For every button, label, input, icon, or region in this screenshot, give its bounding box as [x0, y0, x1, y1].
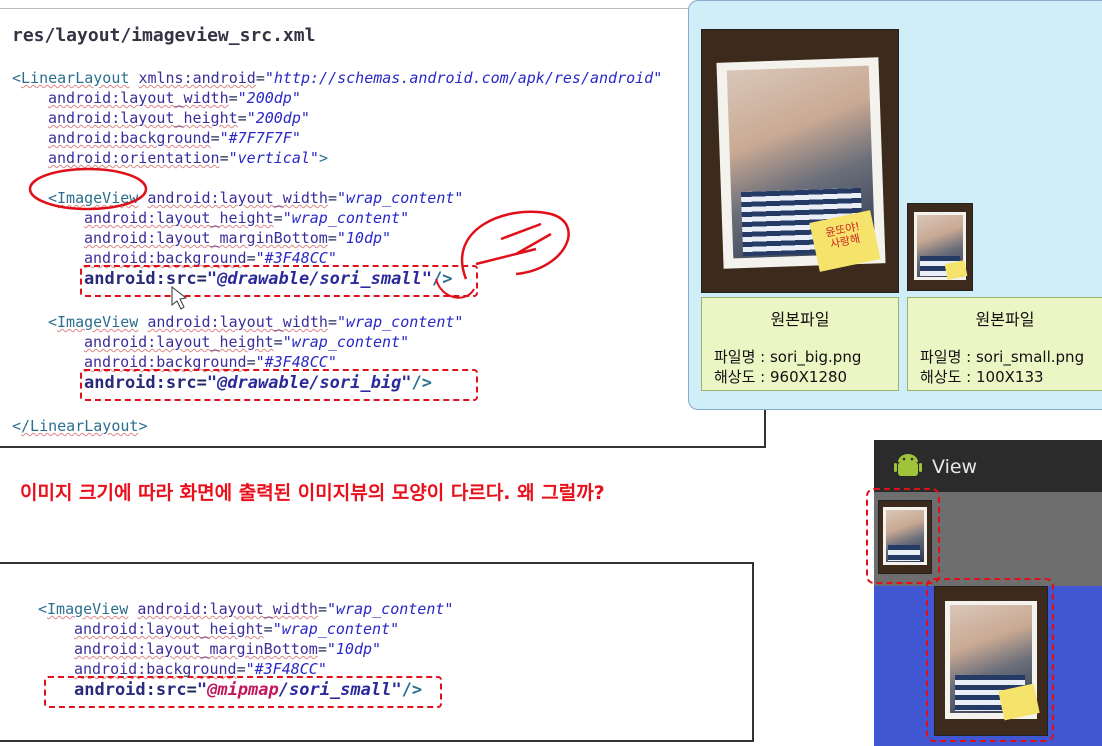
mouse-cursor-icon [171, 285, 188, 310]
info-card-heading: 원본파일 [770, 310, 830, 329]
android-emulator-screen: View [866, 440, 1102, 746]
code-panel-bottom: <ImageView android:layout_width="wrap_co… [0, 562, 754, 742]
scribble-mark [460, 210, 570, 280]
info-filename: 파일명 : sori_small.png [920, 348, 1085, 366]
code-bottom-line-1: <ImageView android:layout_width="wrap_co… [38, 600, 454, 618]
info-card-heading: 원본파일 [975, 310, 1035, 329]
info-resolution: 해상도 : 100X133 [920, 368, 1044, 386]
code-bottom-line-3: android:layout_marginBottom="10dp" [74, 640, 382, 658]
info-filename: 파일명 : sori_big.png [714, 348, 862, 366]
highlight-box-mipmap [44, 676, 442, 708]
circle-mark [28, 167, 148, 211]
info-card-big: 원본파일 파일명 : sori_big.png 해상도 : 960X1280 [701, 297, 899, 391]
highlight-box-small-view [866, 488, 940, 584]
question-text: 이미지 크기에 따라 화면에 출력된 이미지뷰의 모양이 다르다. 왜 그럴까? [20, 482, 605, 504]
info-card-small: 원본파일 파일명 : sori_small.png 해상도 : 100X133 [907, 297, 1102, 391]
handwritten-annotations [28, 167, 570, 310]
arrow-mark [475, 222, 552, 266]
android-icon [894, 454, 922, 476]
photo-sori-small [907, 203, 973, 291]
action-bar-title: View [932, 456, 978, 478]
highlight-box-big-view [926, 578, 1054, 742]
action-bar: View [874, 440, 1102, 492]
image-preview-panel: 윤또야! 사랑해 원본파일 파일명 : sori_big.png 해상도 : 9… [688, 0, 1102, 410]
info-resolution: 해상도 : 960X1280 [714, 368, 848, 386]
hook-mark [435, 278, 475, 299]
code-panel-top: res/layout/imageview_src.xml <LinearLayo… [0, 8, 766, 448]
photo-sori-big: 윤또야! 사랑해 [701, 29, 899, 293]
code-bottom-line-2: android:layout_height="wrap_content" [74, 620, 400, 638]
